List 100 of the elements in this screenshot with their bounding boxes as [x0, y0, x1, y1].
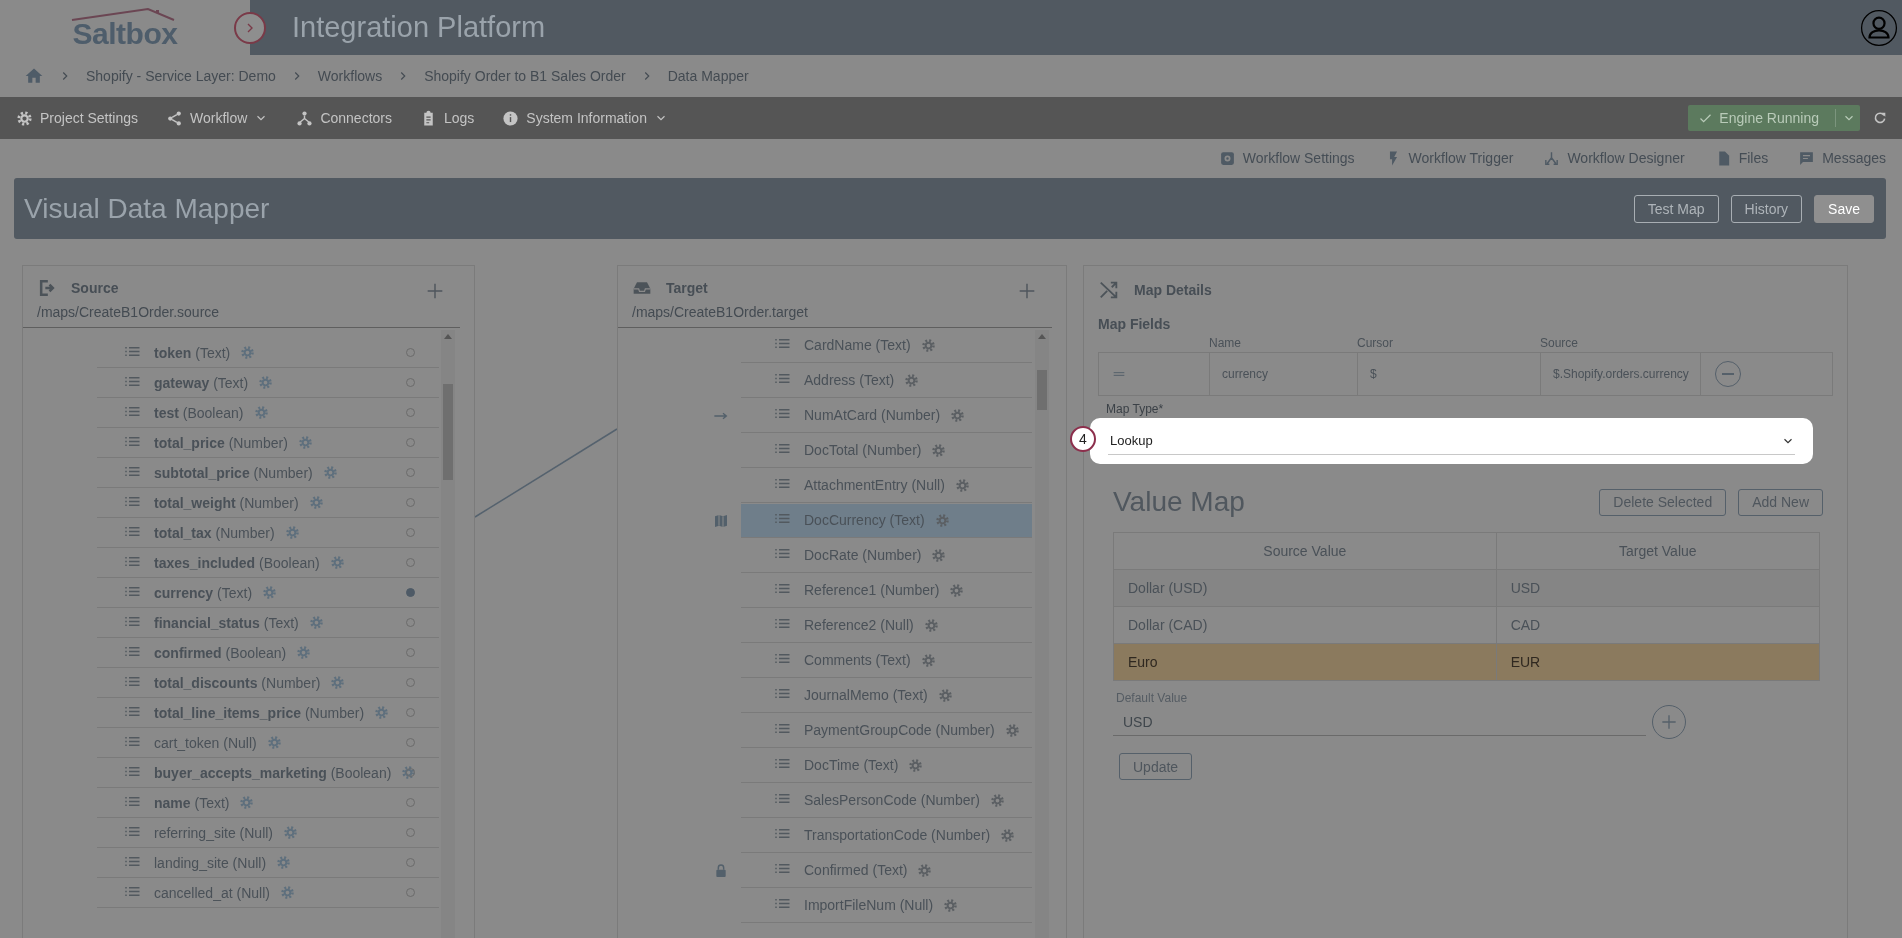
settings-icon[interactable] — [266, 735, 282, 750]
source-field-row[interactable]: test (Boolean) — [97, 398, 439, 428]
default-value-field[interactable]: USD — [1113, 708, 1646, 736]
settings-icon[interactable] — [931, 442, 947, 458]
source-field-row[interactable]: confirmed (Boolean) — [97, 638, 439, 668]
user-avatar-icon[interactable] — [1860, 8, 1898, 47]
action-button[interactable]: Delete Selected — [1599, 488, 1727, 516]
source-field-row[interactable]: financial_status (Text) — [97, 608, 439, 638]
settings-icon[interactable] — [920, 652, 936, 668]
settings-icon[interactable] — [1004, 722, 1020, 738]
field-label: DocTotal (Number) — [804, 442, 922, 458]
workflow-link[interactable]: Workflow Settings — [1218, 149, 1355, 167]
settings-icon[interactable] — [296, 645, 312, 660]
source-field-row[interactable]: total_line_items_price (Number) — [97, 698, 439, 728]
target-field-row[interactable]: DocRate (Number) — [741, 538, 1032, 573]
nav-menu-item[interactable]: Connectors — [296, 109, 392, 127]
action-button[interactable]: History — [1730, 194, 1803, 223]
target-field-row[interactable]: Confirmed (Text) — [741, 853, 1032, 888]
scrollbar[interactable] — [1035, 330, 1049, 938]
settings-icon[interactable] — [954, 477, 970, 493]
breadcrumb-link[interactable]: Shopify Order to B1 Sales Order — [424, 68, 626, 84]
breadcrumb-link[interactable]: Workflows — [317, 68, 383, 84]
workflow-link[interactable]: Workflow Designer — [1543, 149, 1685, 167]
settings-icon[interactable] — [950, 407, 966, 423]
update-button[interactable]: Update — [1119, 753, 1193, 780]
settings-icon[interactable] — [908, 757, 924, 773]
settings-icon[interactable] — [253, 405, 269, 420]
settings-icon[interactable] — [934, 512, 950, 528]
source-field-row[interactable]: cart_token (Null) — [97, 728, 439, 758]
target-field-row[interactable]: CardName (Text) — [741, 328, 1032, 363]
source-field-row[interactable]: total_weight (Number) — [97, 488, 439, 518]
source-field-row[interactable]: total_tax (Number) — [97, 518, 439, 548]
settings-icon[interactable] — [240, 345, 256, 360]
settings-icon[interactable] — [308, 495, 324, 510]
settings-icon[interactable] — [330, 675, 346, 690]
target-field-row[interactable]: ImportFileNum (Null) — [741, 888, 1032, 923]
workflow-link[interactable]: Messages — [1798, 149, 1886, 167]
nav-menu-item[interactable]: Project Settings — [16, 109, 139, 127]
drag-handle[interactable] — [1098, 352, 1209, 396]
breadcrumb-link[interactable]: Shopify - Service Layer: Demo — [86, 68, 276, 84]
target-field-row[interactable]: DocTotal (Number) — [741, 433, 1032, 468]
settings-icon[interactable] — [239, 795, 255, 810]
target-field-row[interactable]: SalesPersonCode (Number) — [741, 783, 1032, 818]
target-field-row[interactable]: NumAtCard (Number) — [741, 398, 1032, 433]
target-field-row[interactable]: PaymentGroupCode (Number) — [741, 713, 1032, 748]
source-field-row[interactable]: taxes_included (Boolean) — [97, 548, 439, 578]
settings-icon[interactable] — [322, 465, 338, 480]
source-field-row[interactable]: token (Text) — [97, 338, 439, 368]
settings-icon[interactable] — [923, 617, 939, 633]
settings-icon[interactable] — [329, 555, 345, 570]
nav-menu-item[interactable]: Workflow — [166, 109, 269, 127]
refresh-icon[interactable] — [1872, 110, 1888, 126]
tour-step-badge: 4 — [1070, 426, 1096, 452]
settings-icon[interactable] — [297, 435, 313, 450]
action-button[interactable]: Add New — [1738, 488, 1823, 516]
settings-icon[interactable] — [276, 855, 292, 870]
source-field-row[interactable]: subtotal_price (Number) — [97, 458, 439, 488]
scrollbar[interactable] — [441, 330, 455, 938]
settings-icon[interactable] — [262, 585, 278, 600]
settings-icon[interactable] — [279, 885, 295, 900]
settings-icon[interactable] — [989, 792, 1005, 808]
settings-icon[interactable] — [258, 375, 274, 390]
settings-icon[interactable] — [284, 525, 300, 540]
settings-icon[interactable] — [308, 615, 324, 630]
action-button[interactable]: Test Map — [1633, 194, 1719, 223]
settings-icon[interactable] — [904, 372, 920, 388]
target-field-row[interactable]: DocTime (Text) — [741, 748, 1032, 783]
workflow-link[interactable]: Files — [1714, 149, 1769, 167]
nav-menu-item[interactable]: System Information — [502, 109, 668, 127]
home-icon[interactable] — [24, 66, 44, 86]
source-field-row[interactable]: landing_site (Null) — [97, 848, 439, 878]
settings-icon[interactable] — [937, 687, 953, 703]
settings-icon[interactable] — [949, 582, 965, 598]
source-field-row[interactable]: buyer_accepts_marketing (Boolean) — [97, 758, 439, 788]
target-field-row[interactable]: Reference1 (Number) — [741, 573, 1032, 608]
target-field-row[interactable]: Reference2 (Null) — [741, 608, 1032, 643]
settings-icon[interactable] — [1000, 827, 1016, 843]
workflow-link[interactable]: Workflow Trigger — [1384, 149, 1514, 167]
source-field-row[interactable]: currency (Text) — [97, 578, 439, 608]
engine-status-button[interactable]: Engine Running — [1688, 105, 1860, 131]
breadcrumb-link[interactable]: Data Mapper — [667, 68, 749, 84]
target-field-row[interactable]: JournalMemo (Text) — [741, 678, 1032, 713]
settings-icon[interactable] — [917, 862, 933, 878]
source-field-row[interactable]: total_discounts (Number) — [97, 668, 439, 698]
settings-icon[interactable] — [943, 897, 959, 913]
settings-icon[interactable] — [374, 705, 390, 720]
source-field-row[interactable]: total_price (Number) — [97, 428, 439, 458]
target-field-row[interactable]: Comments (Text) — [741, 643, 1032, 678]
source-field-row[interactable]: gateway (Text) — [97, 368, 439, 398]
source-field-row[interactable]: referring_site (Null) — [97, 818, 439, 848]
source-field-row[interactable]: name (Text) — [97, 788, 439, 818]
target-field-row[interactable]: Address (Text) — [741, 363, 1032, 398]
target-field-row[interactable]: TransportationCode (Number) — [741, 818, 1032, 853]
settings-icon[interactable] — [283, 825, 299, 840]
target-field-row[interactable]: AttachmentEntry (Null) — [741, 468, 1032, 503]
radio-button[interactable] — [406, 588, 415, 597]
settings-icon[interactable] — [920, 337, 936, 353]
settings-icon[interactable] — [931, 547, 947, 563]
source-field-row[interactable]: cancelled_at (Null) — [97, 878, 439, 908]
nav-menu-item[interactable]: Logs — [419, 109, 475, 127]
